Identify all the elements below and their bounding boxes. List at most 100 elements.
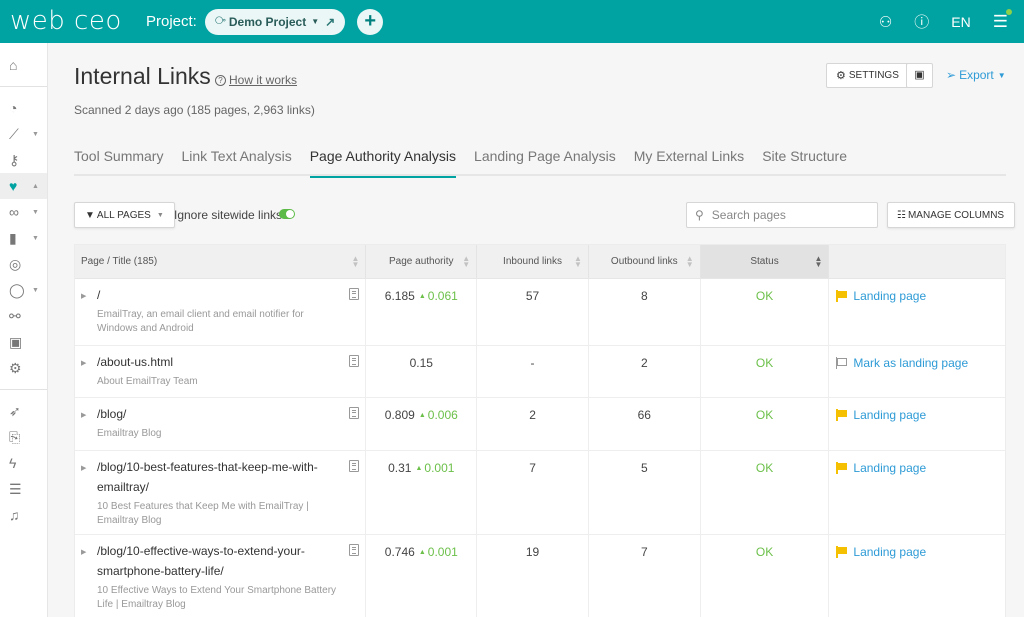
- expand-row-icon[interactable]: ▶: [81, 292, 86, 300]
- settings-button[interactable]: ⚙ SETTINGS: [826, 63, 909, 88]
- project-selector[interactable]: ⧂ Demo Project ▼ ↗: [204, 8, 346, 35]
- users-icon[interactable]: ⚇: [879, 13, 892, 31]
- search-box[interactable]: ⚲: [686, 202, 878, 228]
- webceo-logo[interactable]: web ceo: [10, 0, 135, 43]
- page-title-text: EmailTray, an email client and email not…: [97, 309, 304, 334]
- page-details-icon[interactable]: [349, 407, 360, 419]
- schedule-button[interactable]: ▣: [906, 63, 933, 88]
- language-selector[interactable]: EN: [951, 14, 970, 30]
- sidebar-item-analytics[interactable]: ▮ ▼: [0, 225, 47, 251]
- filter-pages-dropdown[interactable]: ▼ ALL PAGES ▼: [74, 202, 175, 228]
- column-header-page-title[interactable]: Page / Title (185) ▲ ▼: [75, 245, 367, 278]
- landing-page-link[interactable]: Landing page: [836, 408, 926, 422]
- page-url[interactable]: /blog/10-effective-ways-to-extend-your-s…: [97, 541, 337, 581]
- sidebar-item-dashboard[interactable]: ◔: [0, 95, 47, 121]
- table-row[interactable]: ▶/blog/Emailtray Blog 0.809 ▲ 0.006 2 66 OK Lan…: [75, 398, 1005, 451]
- column-header-inbound-links[interactable]: Inbound links ▲ ▼: [477, 245, 589, 278]
- help-icon[interactable]: ⓘ: [914, 11, 929, 32]
- hamburger-menu-icon[interactable]: ☰: [993, 8, 1012, 32]
- scan-info: Scanned 2 days ago (185 pages, 2,963 lin…: [74, 103, 315, 117]
- page-details-icon[interactable]: [349, 288, 360, 300]
- add-project-button[interactable]: +: [357, 8, 384, 35]
- cell-page: ▶ /about-us.html About EmailTray Team: [75, 346, 367, 397]
- sidebar-item-home[interactable]: ⌂: [0, 52, 47, 78]
- expand-row-icon[interactable]: ▶: [81, 548, 86, 556]
- tab-link-text-analysis[interactable]: Link Text Analysis: [181, 143, 291, 176]
- sidebar-item-rankings[interactable]: ⟋ ▼: [0, 121, 47, 147]
- expand-row-icon[interactable]: ▶: [81, 411, 86, 419]
- tab-page-authority-analysis[interactable]: Page Authority Analysis: [309, 143, 457, 178]
- sort-icon[interactable]: ▲ ▼: [351, 254, 359, 268]
- sort-icon[interactable]: ▲ ▼: [814, 254, 822, 268]
- landing-label: Landing page: [853, 545, 927, 559]
- landing-page-link[interactable]: Landing page: [836, 545, 926, 559]
- arrow-up-icon: ▲: [415, 465, 423, 472]
- tab-my-external-links[interactable]: My External Links: [634, 143, 744, 176]
- table-row[interactable]: ▶ / EmailTray, an email client and email n…: [75, 279, 1005, 346]
- sidebar-item-lightning[interactable]: ϟ: [0, 450, 47, 476]
- external-link-icon[interactable]: ↗: [325, 15, 335, 29]
- mark-as-landing-page-link[interactable]: Mark as landing page: [836, 356, 968, 370]
- export-button[interactable]: ➢ Export ▼: [946, 68, 1006, 82]
- calendar-icon: ▣: [914, 69, 925, 81]
- table-row[interactable]: ▶ /about-us.html About EmailTray Team 0.15 -…: [75, 346, 1005, 398]
- sort-icon[interactable]: ▲ ▼: [462, 254, 470, 268]
- sidebar-item-competitors[interactable]: ⚯: [0, 303, 47, 329]
- sidebar-item-keywords[interactable]: ⚷: [0, 147, 47, 173]
- calendar-icon: ▣: [9, 333, 23, 350]
- page-url[interactable]: /about-us.html: [97, 352, 337, 372]
- page-authority-value: 0.15: [409, 356, 433, 370]
- sidebar-item-site-health[interactable]: ♥ ▲: [0, 173, 47, 199]
- key-icon: ⚷: [9, 151, 20, 168]
- page-url[interactable]: /: [97, 285, 337, 305]
- landing-label: Landing page: [853, 461, 927, 475]
- page-authority-delta: ▲ 0.006: [419, 408, 458, 422]
- sort-icon[interactable]: ▲ ▼: [574, 254, 582, 268]
- page-url[interactable]: /blog/: [97, 404, 337, 424]
- project-name: Demo Project: [228, 14, 307, 29]
- expand-row-icon[interactable]: ▶: [81, 464, 86, 472]
- sidebar-item-local[interactable]: ◎: [0, 251, 47, 277]
- ignore-sitewide-toggle[interactable]: [279, 209, 295, 219]
- sidebar-item-settings[interactable]: ⚙: [0, 355, 47, 381]
- page-url[interactable]: /blog/10-best-features-that-keep-me-with…: [97, 457, 337, 497]
- sidebar-item-tasks[interactable]: ☰: [0, 476, 47, 502]
- tab-tool-summary[interactable]: Tool Summary: [74, 143, 163, 176]
- column-header-page-authority[interactable]: Page authority ▲ ▼: [366, 245, 478, 278]
- landing-label: Landing page: [853, 408, 927, 422]
- arrow-up-icon: ▲: [418, 412, 426, 419]
- settings-label: SETTINGS: [848, 70, 899, 81]
- rocket-icon: ➶: [9, 402, 21, 419]
- landing-page-link[interactable]: Landing page: [836, 289, 926, 303]
- page-authority-value: 0.746: [384, 545, 415, 559]
- sidebar-item-calendar[interactable]: ▣: [0, 329, 47, 355]
- sidebar-item-rocket[interactable]: ➶: [0, 398, 47, 424]
- chevron-down-icon: ▼: [32, 286, 39, 294]
- page-details-icon[interactable]: [349, 355, 360, 367]
- expand-row-icon[interactable]: ▶: [81, 359, 86, 367]
- filter-label: ALL PAGES: [96, 209, 151, 221]
- column-header-status[interactable]: Status ▲ ▼: [700, 245, 830, 278]
- sidebar-item-social[interactable]: ◯ ▼: [0, 277, 47, 303]
- page-details-icon[interactable]: [349, 544, 360, 556]
- landing-page-link[interactable]: Landing page: [836, 461, 926, 475]
- page-details-icon[interactable]: [349, 460, 360, 472]
- manage-columns-button[interactable]: ☷ MANAGE COLUMNS: [887, 202, 1016, 228]
- tab-site-structure[interactable]: Site Structure: [762, 143, 847, 176]
- tab-landing-page-analysis[interactable]: Landing Page Analysis: [474, 143, 616, 176]
- gauge-icon: ◔: [9, 100, 18, 116]
- table-row[interactable]: ▶ /blog/10-best-features-that-keep-me-wit…: [75, 451, 1005, 535]
- cell-outbound-links: 2: [589, 346, 701, 397]
- notification-dot: [1006, 8, 1012, 15]
- column-header-outbound-links[interactable]: Outbound links ▲ ▼: [589, 245, 701, 278]
- sidebar-item-pdf-report[interactable]: ⎘: [0, 424, 47, 450]
- project-label: Project:: [146, 13, 197, 30]
- how-it-works-text[interactable]: How it works: [229, 73, 297, 87]
- sort-icon[interactable]: ▲ ▼: [686, 254, 694, 268]
- sidebar-item-notifications[interactable]: ♫: [0, 502, 47, 528]
- search-input[interactable]: [711, 208, 862, 222]
- flag-icon: [836, 462, 848, 474]
- how-it-works-link[interactable]: ? How it works: [215, 73, 297, 87]
- sidebar-item-links[interactable]: ∞ ▼: [0, 199, 47, 225]
- table-row[interactable]: ▶ /blog/10-effective-ways-to-extend-your-…: [75, 535, 1005, 617]
